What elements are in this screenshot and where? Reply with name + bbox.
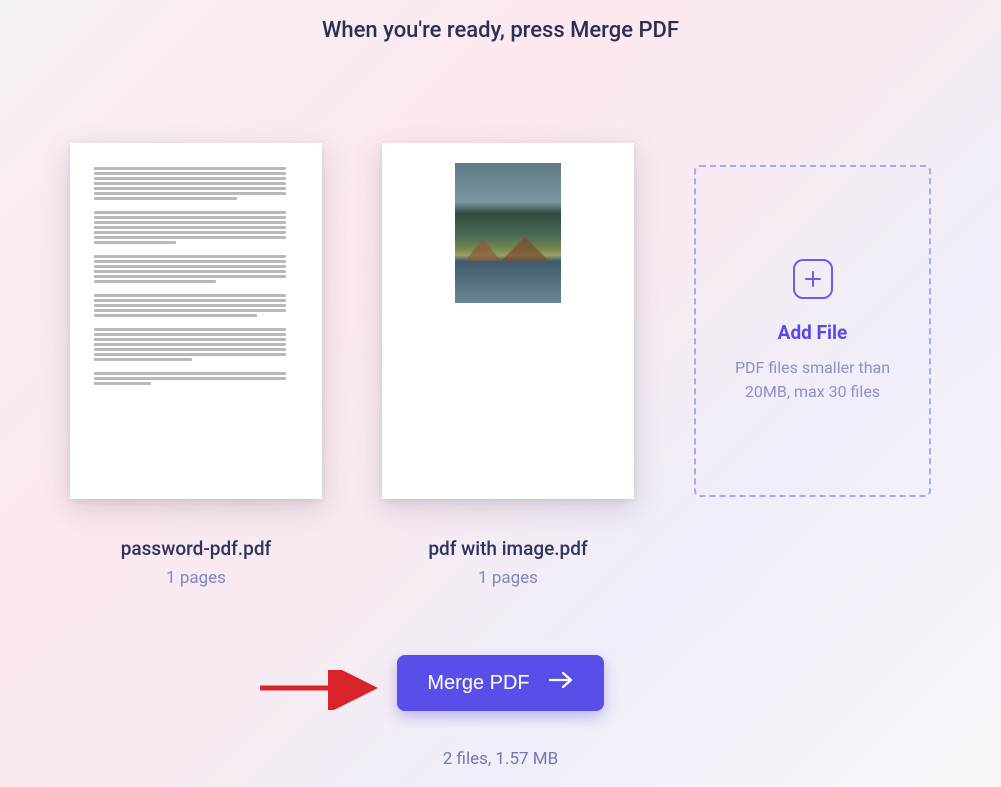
page-title: When you're ready, press Merge PDF bbox=[0, 0, 1001, 43]
add-file-title: Add File bbox=[778, 321, 848, 344]
add-file-dropzone[interactable]: Add File PDF files smaller than 20MB, ma… bbox=[694, 165, 931, 497]
file-pages: 1 pages bbox=[478, 568, 538, 588]
file-thumbnail bbox=[70, 143, 322, 499]
file-card[interactable]: pdf with image.pdf 1 pages bbox=[382, 143, 634, 588]
file-name: pdf with image.pdf bbox=[428, 537, 587, 560]
file-name: password-pdf.pdf bbox=[121, 537, 272, 560]
file-list: password-pdf.pdf 1 pages pdf with image.… bbox=[0, 143, 1001, 588]
arrow-right-icon bbox=[548, 671, 574, 695]
file-pages: 1 pages bbox=[166, 568, 226, 588]
merge-button-label: Merge PDF bbox=[427, 672, 529, 695]
plus-icon bbox=[793, 259, 833, 299]
image-preview bbox=[455, 163, 561, 303]
file-thumbnail bbox=[382, 143, 634, 499]
add-file-description: PDF files smaller than 20MB, max 30 file… bbox=[733, 356, 893, 402]
file-card[interactable]: password-pdf.pdf 1 pages bbox=[70, 143, 322, 588]
merge-pdf-button[interactable]: Merge PDF bbox=[397, 655, 603, 711]
file-summary: 2 files, 1.57 MB bbox=[443, 749, 558, 769]
